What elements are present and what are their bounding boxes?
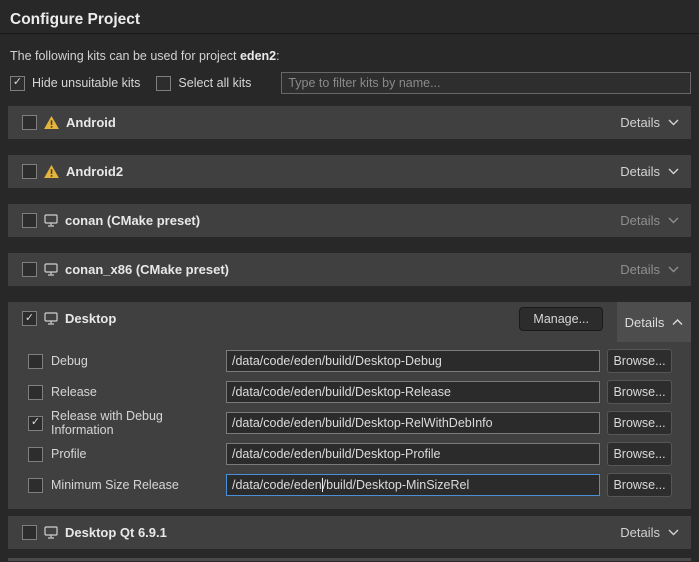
kit-checkbox[interactable]	[22, 525, 37, 540]
kit-row-desktop-qt: Desktop Qt 6.9.1 Details	[8, 516, 691, 549]
build-config-row-relwithdebinfo: Release with Debug Information Browse...	[28, 411, 672, 435]
desktop-monitor-icon	[44, 263, 58, 276]
details-button[interactable]: Details	[620, 115, 679, 130]
chevron-down-icon	[668, 119, 679, 126]
build-config-row-minsizerel: Minimum Size Release /data/code/eden /bu…	[28, 473, 672, 497]
chevron-down-icon	[668, 168, 679, 175]
kit-checkbox[interactable]	[22, 311, 37, 326]
path-after-caret: /build/Desktop-MinSizeRel	[323, 478, 470, 492]
browse-button[interactable]: Browse...	[607, 411, 672, 435]
build-config-label: Release	[51, 385, 226, 399]
checkbox-icon	[156, 76, 171, 91]
details-label: Details	[620, 525, 660, 540]
spacer	[8, 335, 691, 349]
build-config-checkbox[interactable]	[28, 385, 43, 400]
browse-button[interactable]: Browse...	[607, 473, 672, 497]
kit-row-android: Android Details	[8, 106, 691, 139]
hide-unsuitable-kits-checkbox[interactable]: Hide unsuitable kits	[10, 76, 140, 91]
warning-icon	[44, 116, 59, 129]
build-dir-input[interactable]	[226, 443, 600, 465]
build-config-row-release: Release Browse...	[28, 380, 672, 404]
kit-row-conan: conan (CMake preset) Details	[8, 204, 691, 237]
build-config-row-debug: Debug Browse...	[28, 349, 672, 373]
build-dir-input[interactable]	[226, 350, 600, 372]
build-dir-input[interactable]	[226, 381, 600, 403]
kit-row-android2: Android2 Details	[8, 155, 691, 188]
next-kit-row-partial	[8, 558, 691, 561]
kit-checkbox[interactable]	[22, 115, 37, 130]
select-all-kits-checkbox[interactable]: Select all kits	[156, 76, 251, 91]
chevron-down-icon	[668, 266, 679, 273]
kit-filter-input[interactable]	[281, 72, 691, 94]
kit-name: conan_x86 (CMake preset)	[65, 262, 229, 277]
intro-suffix: :	[276, 49, 279, 63]
desktop-monitor-icon	[44, 526, 58, 539]
kit-name: Android	[66, 115, 116, 130]
select-all-kits-label: Select all kits	[178, 76, 251, 90]
kit-checkbox[interactable]	[22, 262, 37, 277]
desktop-monitor-icon	[44, 312, 58, 325]
kit-name: Desktop	[65, 311, 116, 326]
build-config-label: Profile	[51, 447, 226, 461]
details-label: Details	[620, 115, 660, 130]
details-label: Details	[625, 315, 665, 330]
details-label: Details	[620, 213, 660, 228]
page-title: Configure Project	[10, 11, 689, 29]
details-button[interactable]: Details	[620, 525, 679, 540]
kit-name: Android2	[66, 164, 123, 179]
details-button[interactable]: Details	[620, 262, 679, 277]
build-config-label: Minimum Size Release	[51, 478, 226, 492]
build-config-label: Release with Debug Information	[51, 409, 226, 437]
details-button[interactable]: Details	[620, 213, 679, 228]
intro-prefix: The following kits can be used for proje…	[10, 49, 240, 63]
intro-text: The following kits can be used for proje…	[10, 49, 689, 63]
details-label: Details	[620, 164, 660, 179]
browse-button[interactable]: Browse...	[607, 380, 672, 404]
chevron-down-icon	[668, 217, 679, 224]
build-config-checkbox[interactable]	[28, 447, 43, 462]
kit-row-conan-x86: conan_x86 (CMake preset) Details	[8, 253, 691, 286]
kit-filter-toolbar: Hide unsuitable kits Select all kits	[10, 71, 691, 95]
checkbox-icon	[10, 76, 25, 91]
build-dir-input-focused[interactable]: /data/code/eden /build/Desktop-MinSizeRe…	[226, 474, 600, 496]
path-before-caret: /data/code/eden	[232, 478, 322, 492]
warning-icon	[44, 165, 59, 178]
chevron-up-icon	[672, 319, 683, 326]
build-config-checkbox[interactable]	[28, 416, 43, 431]
browse-button[interactable]: Browse...	[607, 349, 672, 373]
kit-row-desktop: Desktop Manage...	[8, 302, 691, 335]
chevron-down-icon	[668, 529, 679, 536]
browse-button[interactable]: Browse...	[607, 442, 672, 466]
titlebar: Configure Project	[0, 0, 699, 34]
build-config-checkbox[interactable]	[28, 354, 43, 369]
details-label: Details	[620, 262, 660, 277]
build-dir-input[interactable]	[226, 412, 600, 434]
kit-name: conan (CMake preset)	[65, 213, 200, 228]
manage-kits-button[interactable]: Manage...	[519, 307, 603, 331]
details-button-expanded[interactable]: Details	[617, 302, 691, 342]
desktop-monitor-icon	[44, 214, 58, 227]
hide-unsuitable-kits-label: Hide unsuitable kits	[32, 76, 140, 90]
details-button[interactable]: Details	[620, 164, 679, 179]
build-config-row-profile: Profile Browse...	[28, 442, 672, 466]
build-config-label: Debug	[51, 354, 226, 368]
kit-name: Desktop Qt 6.9.1	[65, 525, 167, 540]
project-name: eden2	[240, 49, 276, 63]
kit-checkbox[interactable]	[22, 213, 37, 228]
kit-checkbox[interactable]	[22, 164, 37, 179]
kit-panel-desktop: Details Desktop Manage... Debug Browse..…	[8, 302, 691, 509]
build-config-checkbox[interactable]	[28, 478, 43, 493]
